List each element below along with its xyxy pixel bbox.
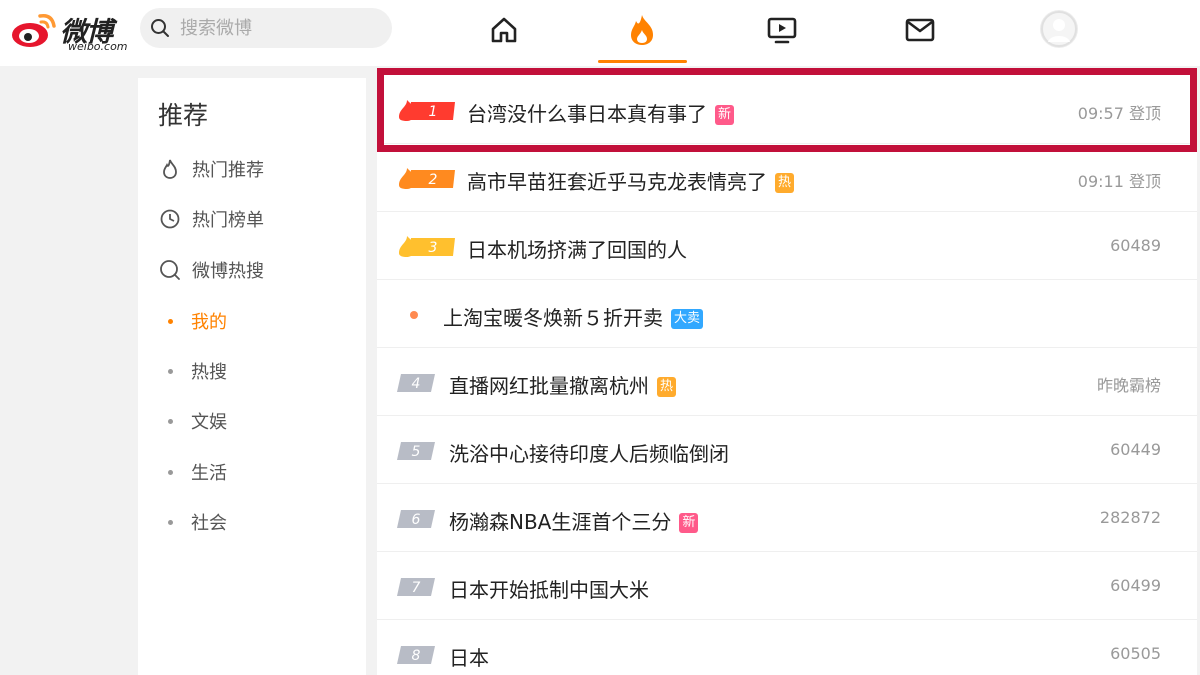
new-tag-badge: 新 [715,105,735,125]
sidebar-item-label: 微博热搜 [192,261,264,282]
rank-number: 1 [429,104,438,120]
rank-number: 2 [429,172,438,188]
search-input[interactable] [180,14,380,42]
hot-search-title: 高市早苗狂套近乎马克龙表情亮了热 [467,166,795,195]
bullet-dot [168,368,173,374]
rank-flame-badge-icon: 3 [399,236,455,257]
hot-search-meta: 昨晚霸榜 [1096,376,1161,395]
hot-search-item[interactable]: 1 台湾没什么事日本真有事了新 09:57 登顶 [377,76,1197,144]
hot-search-title: 日本 [449,646,489,670]
hot-search-title: 杨瀚森NBA生涯首个三分新 [449,506,699,535]
promo-dot [410,311,418,319]
sale-tag-badge: 大卖 [671,309,704,329]
sidebar-sub-society[interactable]: 社会 [168,507,227,537]
hot-search-title: 直播网红批量撤离杭州热 [449,370,677,399]
user-avatar[interactable] [1040,10,1078,48]
hot-search-list: 1 台湾没什么事日本真有事了新 09:57 登顶 2 高市早苗狂套近乎马克龙表情… [377,68,1197,675]
rank-badge-icon: 6 [397,510,435,528]
nav-home-button[interactable] [482,10,526,50]
avatar-placeholder-icon [1041,11,1077,47]
hot-search-meta: 09:57 登顶 [1077,104,1161,123]
hot-search-meta: 60499 [1110,576,1161,595]
rank-badge-icon: 7 [397,578,435,596]
rank-number: 5 [412,444,421,460]
brand-domain: weibo.com [68,40,128,53]
rank-flame-badge-icon: 2 [399,168,455,189]
search-icon [151,19,169,37]
rank-badge-icon: 8 [397,646,435,664]
nav-video-button[interactable] [760,10,804,50]
hot-search-title-text: 高市早苗狂套近乎马克龙表情亮了 [467,170,767,194]
hot-search-title-text: 直播网红批量撤离杭州 [449,374,649,398]
sidebar-title: 推荐 [158,101,209,130]
rank-number: 8 [412,648,421,664]
hot-search-title-text: 台湾没什么事日本真有事了 [467,102,707,126]
new-tag-badge: 新 [679,513,699,533]
sidebar-sub-entertainment[interactable]: 文娱 [168,406,227,436]
bullet-dot [168,519,173,525]
mail-icon [905,18,935,42]
nav-messages-button[interactable] [898,10,942,50]
clock-chart-icon [158,207,182,231]
rank-number: 7 [412,580,421,596]
promoted-item[interactable]: 上淘宝暖冬焕新５折开卖 大卖 [377,280,1197,348]
hot-search-item[interactable]: 7 日本开始抵制中国大米 60499 [377,552,1197,620]
side-navigation: 推荐 热门推荐 热门榜单 微博热搜 我的 热搜 文娱 生活 社会 [138,78,366,675]
rank-number: 4 [412,376,421,392]
fire-icon [631,15,653,45]
hot-tag-badge: 热 [657,377,677,397]
video-icon [767,17,797,44]
hot-search-item[interactable]: 2 高市早苗狂套近乎马克龙表情亮了热 09:11 登顶 [377,144,1197,212]
sidebar-sub-label: 我的 [191,312,227,333]
bullet-dot [168,418,173,424]
hot-search-item[interactable]: 6 杨瀚森NBA生涯首个三分新 282872 [377,484,1197,552]
hot-search-title: 日本机场挤满了回国的人 [467,238,687,262]
promoted-title-text: 上淘宝暖冬焕新５折开卖 [443,306,663,330]
rank-badge-icon: 5 [397,442,435,460]
rank-badge-icon: 4 [397,374,435,392]
sidebar-item-label: 热门榜单 [192,210,264,231]
sidebar-item-weibo-hot-search[interactable]: 微博热搜 [158,255,264,285]
nav-hot-button[interactable] [620,10,664,50]
hot-search-title: 洗浴中心接待印度人后频临倒闭 [449,442,729,466]
sidebar-sub-label: 社会 [191,513,227,534]
hot-search-title: 台湾没什么事日本真有事了新 [467,98,735,127]
bullet-dot [168,318,173,324]
hot-search-item[interactable]: 8 日本 60505 [377,620,1197,675]
hot-tag-badge: 热 [775,173,795,193]
hot-search-item[interactable]: 4 直播网红批量撤离杭州热 昨晚霸榜 [377,348,1197,416]
top-bar: 微博 weibo.com [0,0,1200,66]
sidebar-item-label: 热门推荐 [192,160,264,181]
hot-search-title: 日本开始抵制中国大米 [449,578,649,602]
sidebar-sub-life[interactable]: 生活 [168,457,227,487]
sidebar-sub-label: 热搜 [191,362,227,383]
active-tab-indicator [598,60,687,63]
hot-search-meta: 09:11 登顶 [1077,172,1161,191]
weibo-logo-icon [12,13,56,47]
rank-number: 6 [412,512,421,528]
hot-search-item[interactable]: 3 日本机场挤满了回国的人 60489 [377,212,1197,280]
sidebar-sub-mine[interactable]: 我的 [168,306,227,336]
hot-search-meta: 60449 [1110,440,1161,459]
rank-number: 3 [429,240,438,256]
hot-search-item[interactable]: 5 洗浴中心接待印度人后频临倒闭 60449 [377,416,1197,484]
sidebar-sub-label: 文娱 [191,412,227,433]
sidebar-item-hot-ranking[interactable]: 热门榜单 [158,204,264,234]
bullet-dot [168,469,173,475]
hot-search-meta: 60505 [1110,644,1161,663]
search-box[interactable] [140,8,392,48]
hot-search-title-text: 杨瀚森NBA生涯首个三分 [449,510,672,534]
hot-search-meta: 282872 [1099,508,1161,527]
sidebar-sub-label: 生活 [191,463,227,484]
search-circle-icon [158,258,182,282]
flame-outline-icon [158,157,182,181]
promoted-title: 上淘宝暖冬焕新５折开卖 大卖 [443,302,704,331]
sidebar-sub-hot-search[interactable]: 热搜 [168,356,227,386]
weibo-logo[interactable]: 微博 weibo.com [10,8,128,53]
sidebar-item-hot-recommend[interactable]: 热门推荐 [158,154,264,184]
home-icon [491,17,517,43]
rank-flame-badge-icon: 1 [399,100,455,121]
hot-search-meta: 60489 [1110,236,1161,255]
